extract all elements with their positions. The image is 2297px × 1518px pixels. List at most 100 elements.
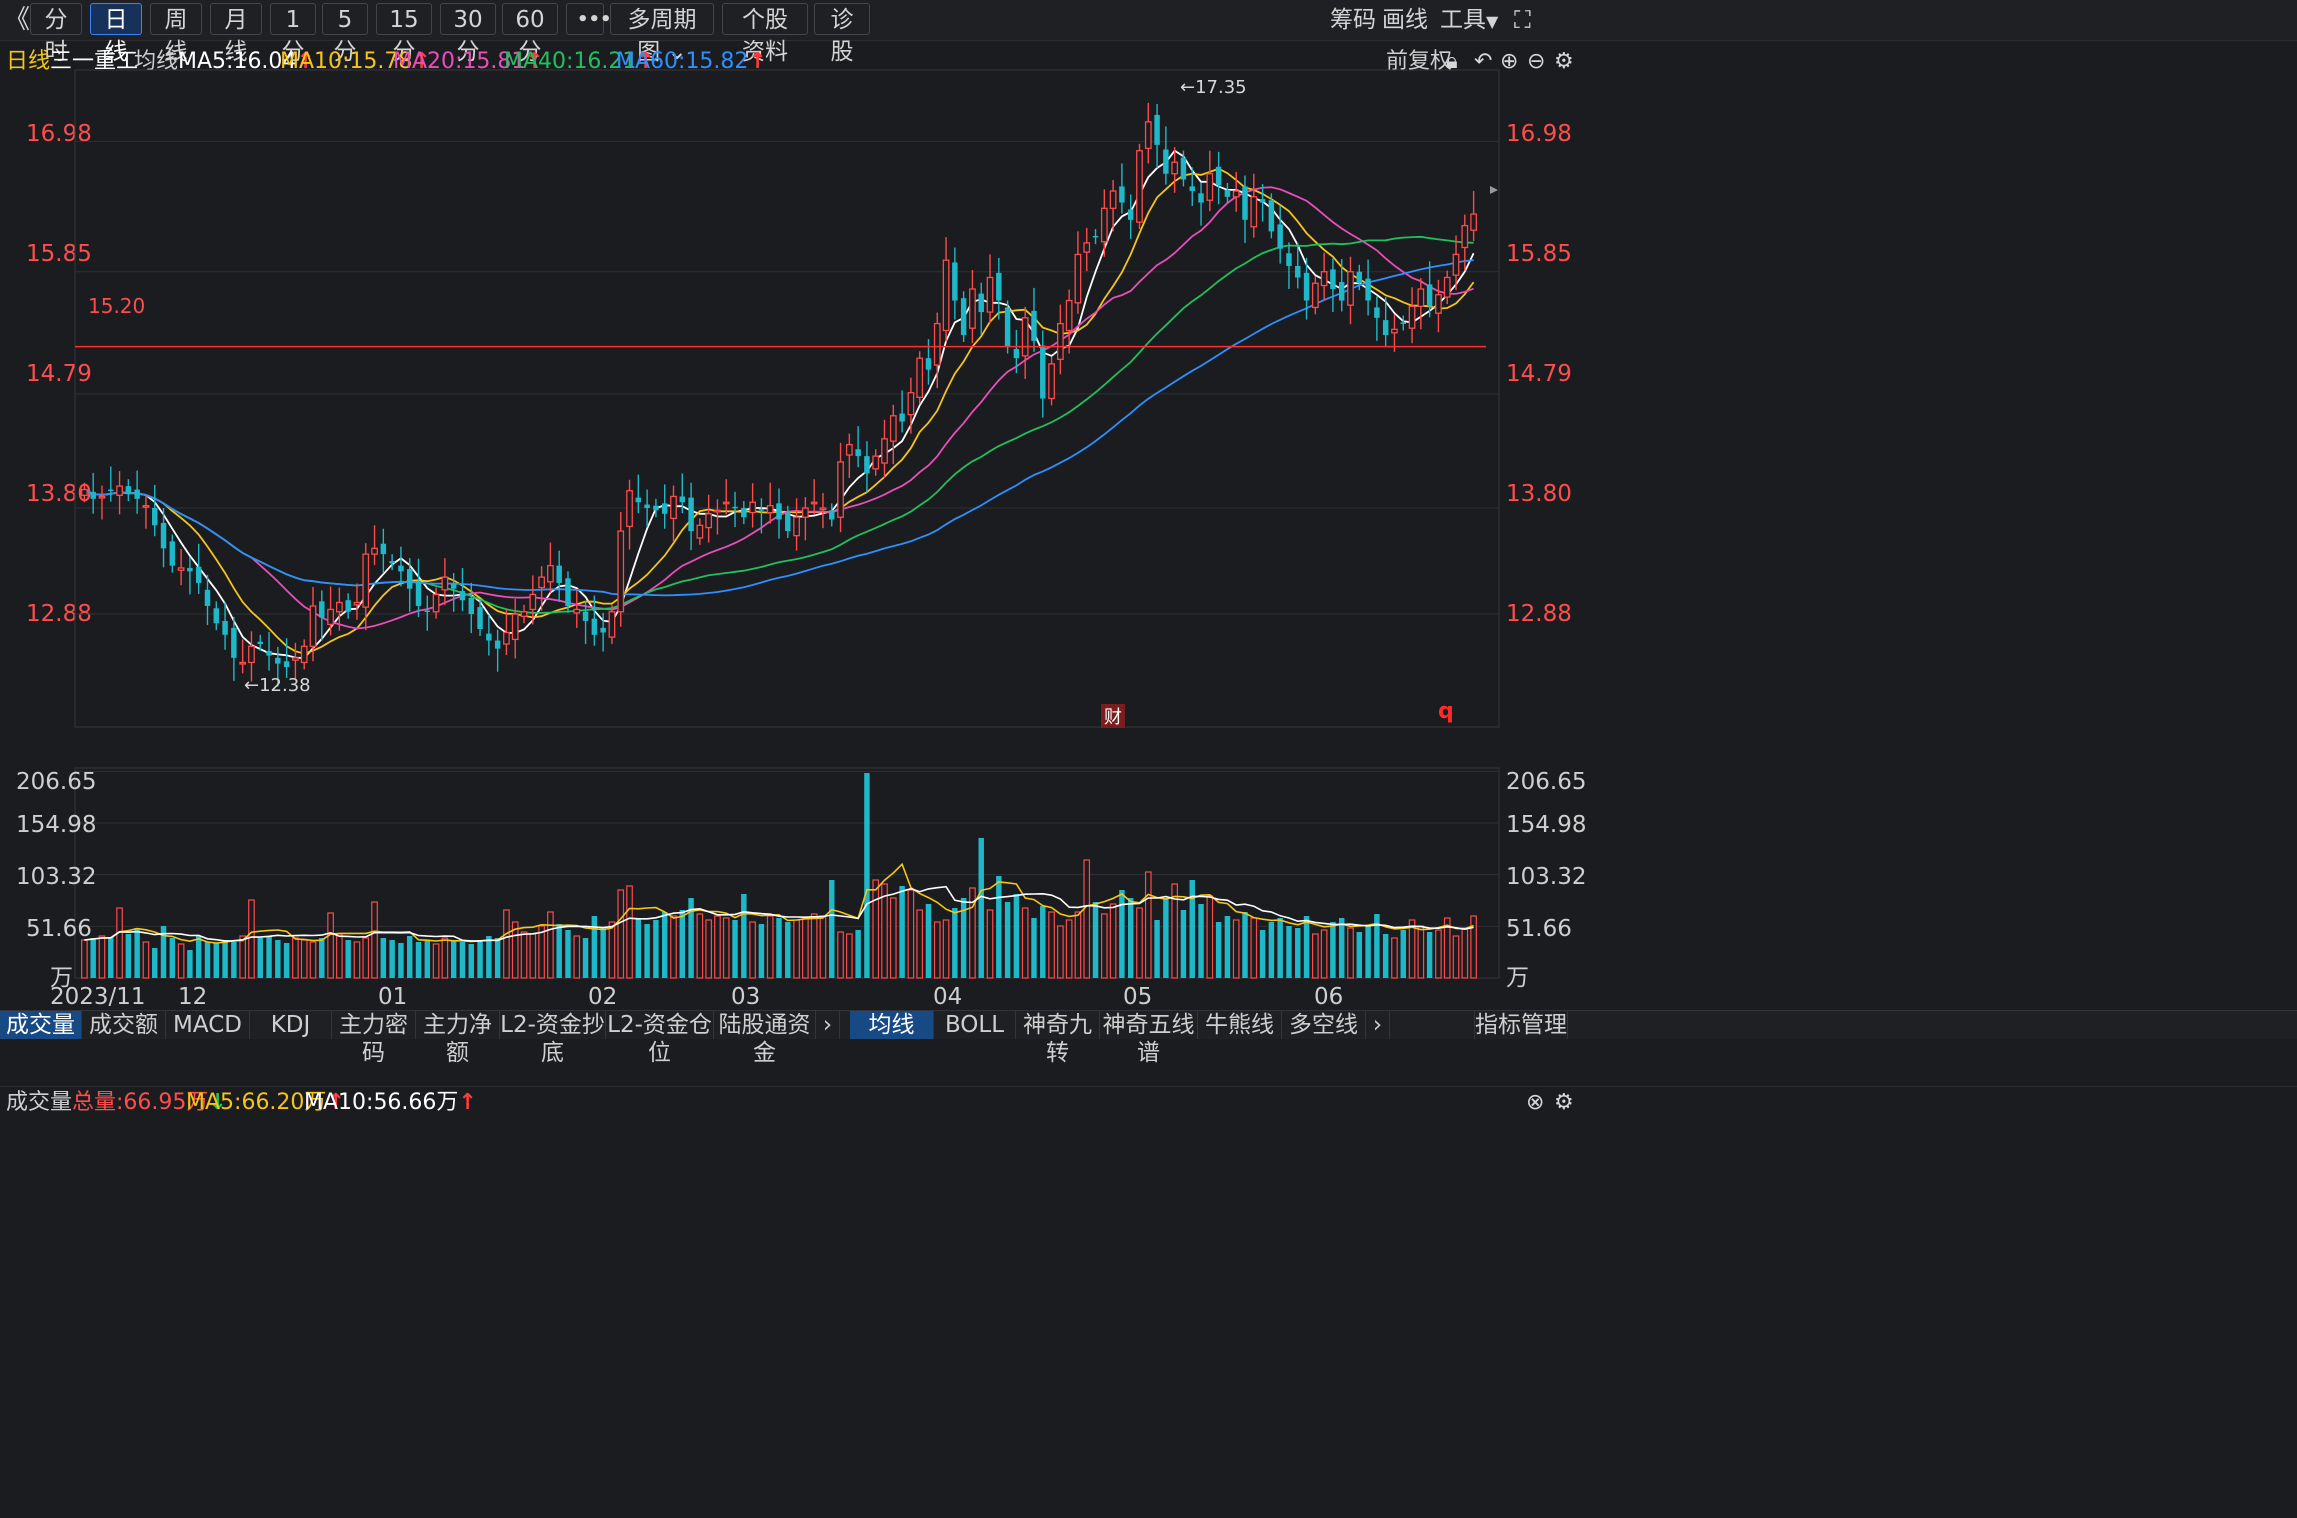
volume-bar [617, 889, 625, 979]
x-axis-label: 01 [378, 984, 408, 1010]
volume-bar [503, 909, 510, 979]
volume-bar [1198, 904, 1204, 978]
tab-main-force-net[interactable]: 主力净额 [416, 1011, 500, 1066]
candle-body [424, 610, 431, 613]
candle-body [705, 513, 713, 529]
volume-bar [696, 913, 704, 979]
candle-body [1232, 190, 1240, 198]
candle-body [477, 607, 483, 630]
candle-body [300, 645, 308, 664]
candle-body [486, 633, 492, 641]
price-grid [75, 140, 1499, 615]
candle-body [1198, 193, 1204, 203]
volume-tick-right: 154.98 [1506, 812, 1587, 838]
volume-bar [371, 901, 378, 979]
tab-northbound[interactable]: 陆股通资金 [714, 1011, 816, 1066]
candle-body [529, 593, 537, 611]
volume-bar [169, 938, 176, 978]
volume-bar [644, 924, 650, 978]
gear-icon[interactable]: ⚙ [1554, 1087, 1574, 1119]
candle-body [336, 601, 343, 613]
candle-body [881, 438, 888, 464]
candle-body [1154, 114, 1160, 145]
candle-body [942, 259, 950, 332]
candle-body [292, 657, 299, 661]
candle-body [1391, 328, 1398, 334]
candle-body [432, 593, 440, 613]
candle-body [1100, 207, 1108, 243]
candle-body [309, 605, 317, 647]
chevron-right-icon[interactable]: › [816, 1011, 840, 1039]
volume-bar [722, 917, 730, 979]
volume-bar [424, 940, 431, 978]
candle-body [1268, 200, 1275, 232]
volume-bar [1004, 902, 1011, 978]
tab-turnover[interactable]: 成交额 [82, 1011, 166, 1039]
volume-bar [177, 943, 185, 979]
candle-body [793, 516, 800, 537]
candle-body [907, 392, 915, 416]
tab-magic-nine[interactable]: 神奇九转 [1016, 1011, 1100, 1066]
candle-body [889, 415, 897, 442]
candle-body [1286, 253, 1292, 266]
close-icon[interactable]: ⊗ [1526, 1087, 1544, 1119]
candle-body [758, 509, 765, 511]
candle-body [494, 640, 501, 649]
candle-body [1163, 149, 1169, 174]
candle-body [108, 489, 114, 492]
volume-bar [889, 897, 897, 979]
tab-l2-bottom[interactable]: L2-资金抄底 [500, 1011, 606, 1066]
volume-bar [591, 916, 598, 978]
candlestick-chart[interactable]: 15.20 ←17.35 ←12.38 财 q [0, 0, 2297, 1480]
volume-bar [222, 940, 228, 978]
tab-bull-bear[interactable]: 牛熊线 [1198, 1011, 1282, 1039]
chevron-right-icon[interactable]: › [1366, 1011, 1390, 1039]
tab-boll[interactable]: BOLL [934, 1011, 1016, 1039]
x-axis-label: 03 [731, 984, 761, 1010]
candle-body [1330, 269, 1336, 289]
tab-ma[interactable]: 均线 [850, 1011, 934, 1039]
volume-bar [829, 880, 835, 978]
x-axis-label: 05 [1123, 984, 1153, 1010]
tab-volume[interactable]: 成交量 [0, 1011, 82, 1039]
volume-bar [793, 919, 800, 979]
volume-bar [300, 939, 308, 979]
candle-body [845, 443, 853, 456]
tab-macd[interactable]: MACD [166, 1011, 250, 1039]
volume-bar [670, 915, 677, 979]
volume-title[interactable]: 成交量 [6, 1087, 72, 1119]
volume-bar [846, 933, 853, 979]
tab-kdj[interactable]: KDJ [250, 1011, 332, 1039]
indicator-manage-button[interactable]: 指标管理 [1474, 1011, 1568, 1039]
volume-header: 成交量 总量:66.95万↓ MA5:66.20万↑ MA10:56.66万↑ … [0, 1086, 2297, 1123]
candle-body [266, 650, 272, 656]
candle-body [714, 509, 721, 513]
tab-main-force-code[interactable]: 主力密码 [332, 1011, 416, 1066]
volume-bar [90, 938, 96, 978]
candle-body [573, 608, 581, 614]
volume-bar [257, 938, 263, 978]
tab-magic-five[interactable]: 神奇五线谱 [1100, 1011, 1198, 1066]
candle-body [187, 567, 193, 572]
tab-l2-position[interactable]: L2-资金仓位 [606, 1011, 714, 1066]
volume-bar [494, 938, 501, 978]
volume-bar [459, 942, 466, 978]
volume-bar [819, 915, 827, 979]
candle-body [608, 611, 616, 638]
volume-bar [1154, 920, 1160, 978]
volume-tick-left: 51.66 [26, 916, 92, 942]
candle-body [257, 641, 263, 645]
candle-body [766, 505, 774, 514]
volume-bar [1295, 928, 1301, 978]
ma10-line [83, 167, 1475, 655]
candle-body [275, 657, 281, 664]
volume-bar [152, 948, 158, 978]
tab-long-short[interactable]: 多空线 [1282, 1011, 1366, 1039]
volume-bar [309, 941, 317, 979]
volume-bar [1347, 927, 1354, 979]
volume-bar [1127, 898, 1134, 978]
volume-bar [864, 773, 870, 978]
candle-body [635, 497, 642, 503]
volume-tick-right: 103.32 [1506, 864, 1587, 890]
volume-bar [741, 894, 747, 978]
